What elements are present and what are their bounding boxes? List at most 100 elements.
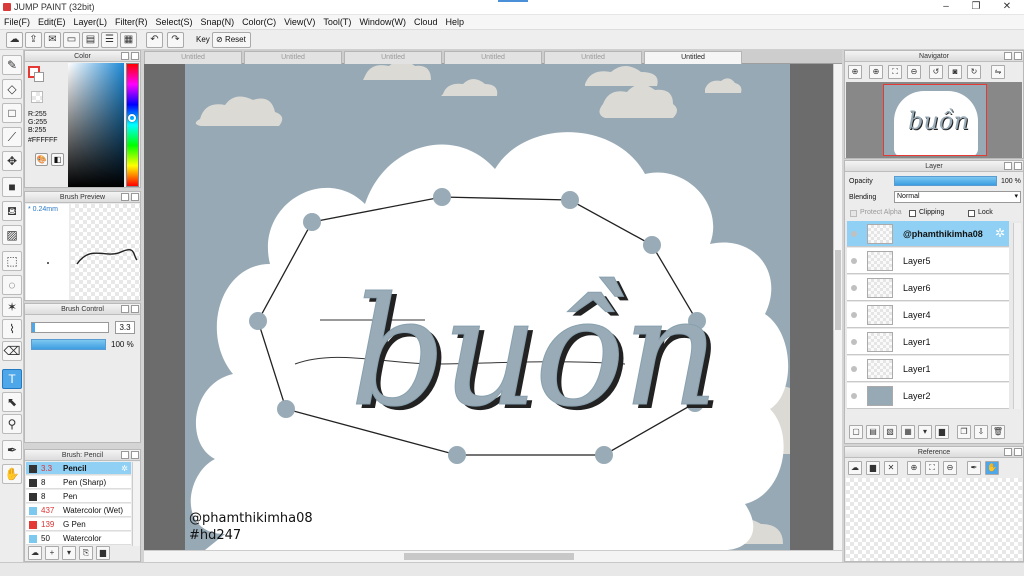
menu-tool[interactable]: Tool(T)	[319, 15, 355, 30]
zoom-out-icon[interactable]: ⊖	[907, 65, 921, 79]
tab-untitled-active[interactable]: Untitled	[644, 51, 742, 64]
visibility-icon[interactable]	[851, 366, 857, 372]
menu-window[interactable]: Window(W)	[355, 15, 410, 30]
select-pen-icon[interactable]: ⌇	[2, 319, 22, 339]
cloud-icon[interactable]: ☁	[6, 32, 23, 48]
reference-cloud-icon[interactable]: ☁	[848, 461, 862, 475]
fit-icon[interactable]: ⛶	[888, 65, 902, 79]
reference-zoom-in-icon[interactable]: ⊕	[907, 461, 921, 475]
folder-icon[interactable]: ▆	[935, 425, 949, 439]
brush-add-icon[interactable]: +	[45, 546, 59, 560]
redo-icon[interactable]: ↷	[167, 32, 184, 48]
layer-row[interactable]: Layer1	[847, 356, 1009, 382]
panel-close-icon[interactable]	[131, 52, 139, 60]
layer-row[interactable]: @phamthikimha08 ✲	[847, 221, 1009, 247]
duplicate-icon[interactable]: ❐	[957, 425, 971, 439]
tab-untitled-1[interactable]: Untitled	[144, 51, 242, 64]
layer-dropdown-icon[interactable]: ▾	[918, 425, 932, 439]
canvas-vertical-scrollbar[interactable]	[833, 64, 842, 550]
brush-opacity-slider[interactable]	[31, 339, 106, 350]
brush-size-value[interactable]: 3.3	[115, 321, 135, 334]
menu-edit[interactable]: Edit(E)	[34, 15, 70, 30]
panel-float-icon[interactable]	[1004, 52, 1012, 60]
select-rect-icon[interactable]: ⬚	[2, 251, 22, 271]
panel-float-icon[interactable]	[121, 305, 129, 313]
color-history-icon[interactable]: ◧	[51, 153, 64, 166]
sub-color-swatch[interactable]	[34, 72, 44, 82]
menu-cloud[interactable]: Cloud	[410, 15, 442, 30]
visibility-icon[interactable]	[851, 393, 857, 399]
clipping-checkbox[interactable]	[909, 210, 916, 217]
hue-slider[interactable]	[126, 63, 139, 187]
panel-float-icon[interactable]	[121, 52, 129, 60]
hand-icon[interactable]: ✋	[2, 464, 22, 484]
magic-wand-icon[interactable]: ✶	[2, 297, 22, 317]
menu-color[interactable]: Color(C)	[238, 15, 280, 30]
panel-close-icon[interactable]	[131, 193, 139, 201]
vertical-scroll-thumb[interactable]	[835, 250, 841, 330]
layer-opacity-slider[interactable]	[894, 176, 997, 186]
layer-row[interactable]: Layer6	[847, 275, 1009, 301]
reference-picker-icon[interactable]: ✒	[967, 461, 981, 475]
brush-list-scrollbar[interactable]	[132, 462, 140, 546]
dropper-icon[interactable]: ⚲	[2, 414, 22, 434]
undo-icon[interactable]: ↶	[146, 32, 163, 48]
layer-row[interactable]: Layer2	[847, 383, 1009, 409]
layer-row[interactable]: Layer4	[847, 302, 1009, 328]
layer-row[interactable]: Layer1	[847, 329, 1009, 355]
navigator-preview[interactable]: buồn	[846, 82, 1022, 158]
reference-hand-icon[interactable]: ✋	[985, 461, 999, 475]
panel-close-icon[interactable]	[1014, 162, 1022, 170]
brush-copy-icon[interactable]: ⎘	[79, 546, 93, 560]
hue-handle[interactable]	[128, 114, 136, 122]
reset-button[interactable]: ⊘ Reset	[212, 32, 251, 48]
menu-help[interactable]: Help	[441, 15, 468, 30]
brush-tool-icon[interactable]: ✎	[2, 55, 22, 75]
artwork-canvas[interactable]: buồn buồn @phamthikimha08 #hd247	[185, 64, 790, 550]
rotate-right-icon[interactable]: ↻	[967, 65, 981, 79]
visibility-icon[interactable]	[851, 339, 857, 345]
brush-item-pen-sharp[interactable]: 8 Pen (Sharp)	[26, 476, 131, 489]
zoom-in-icon[interactable]: ⊕	[848, 65, 862, 79]
panel-float-icon[interactable]	[1004, 162, 1012, 170]
bucket-icon[interactable]: ⛾	[2, 201, 22, 221]
operation-icon[interactable]: ⬉	[2, 392, 22, 412]
panel-close-icon[interactable]	[1014, 52, 1022, 60]
menu-snap[interactable]: Snap(N)	[197, 15, 239, 30]
new-8bit-icon[interactable]: ▧	[883, 425, 897, 439]
tab-untitled-3[interactable]: Untitled	[344, 51, 442, 64]
rotate-left-icon[interactable]: ↺	[929, 65, 943, 79]
pen-path-icon[interactable]: ⟋	[2, 127, 22, 147]
new-layer-icon[interactable]: ▢	[849, 425, 863, 439]
maximize-icon[interactable]: ❐	[966, 1, 986, 13]
palette-icon[interactable]: 🎨	[35, 153, 48, 166]
select-eraser-icon[interactable]: ⌫	[2, 341, 22, 361]
panel-float-icon[interactable]	[121, 451, 129, 459]
reference-open-icon[interactable]: ▆	[866, 461, 880, 475]
canvas-horizontal-scrollbar[interactable]	[144, 550, 842, 562]
menu-layer[interactable]: Layer(L)	[70, 15, 112, 30]
chat-icon[interactable]: ▭	[63, 32, 80, 48]
comment-icon[interactable]: ✉	[44, 32, 61, 48]
grid-icon[interactable]: ▦	[120, 32, 137, 48]
zoom-plus-icon[interactable]: ⊕	[869, 65, 883, 79]
reset-rotation-icon[interactable]: ◙	[948, 65, 962, 79]
brush-item-watercolor[interactable]: 50 Watercolor	[26, 532, 131, 545]
new-folder-layer-icon[interactable]: ▦	[901, 425, 915, 439]
gear-icon[interactable]: ✲	[121, 462, 128, 475]
reference-fit-icon[interactable]: ⛶	[925, 461, 939, 475]
visibility-icon[interactable]	[851, 312, 857, 318]
fill-rect-icon[interactable]: ■	[2, 177, 22, 197]
menu-view[interactable]: View(V)	[280, 15, 319, 30]
eyedropper-icon[interactable]: ✒	[2, 440, 22, 460]
brush-item-pencil[interactable]: 3.3 Pencil ✲	[26, 462, 131, 475]
lasso-icon[interactable]: ◌	[2, 275, 22, 295]
protect-alpha-checkbox[interactable]	[850, 210, 857, 217]
list-icon[interactable]: ☰	[101, 32, 118, 48]
lock-checkbox[interactable]	[968, 210, 975, 217]
minimize-icon[interactable]: –	[936, 1, 956, 13]
menu-file[interactable]: File(F)	[0, 15, 34, 30]
transparent-color-swatch[interactable]	[31, 91, 43, 103]
gear-icon[interactable]: ✲	[995, 226, 1005, 240]
layer-row[interactable]: Layer5	[847, 248, 1009, 274]
